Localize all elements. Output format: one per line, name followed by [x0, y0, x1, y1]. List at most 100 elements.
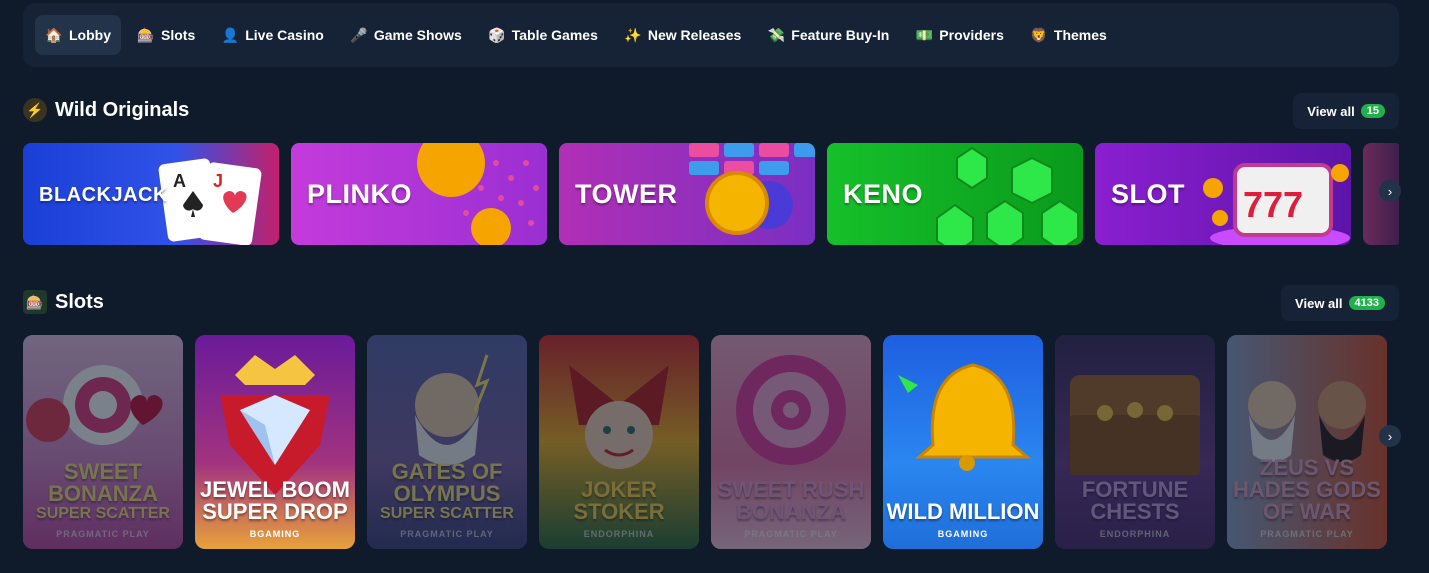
- nav-table-games[interactable]: 🎲 Table Games: [478, 15, 608, 55]
- slot-card-sweet-rush-bonanza[interactable]: SWEET RUSH BONANZA PRAGMATIC PLAY: [711, 335, 871, 549]
- nav-themes[interactable]: 🦁 Themes: [1020, 15, 1117, 55]
- cash-icon: 💸: [767, 26, 785, 43]
- chest-art: [1070, 375, 1200, 475]
- nav-lobby[interactable]: 🏠 Lobby: [35, 15, 121, 55]
- section-title: Slots: [55, 290, 104, 313]
- nav-slots[interactable]: 🎰 Slots: [127, 15, 205, 55]
- nav-feature-buy-in[interactable]: 💸 Feature Buy-In: [757, 15, 899, 55]
- slot-card-jewel-boom[interactable]: JEWEL BOOM SUPER DROP BGAMING: [195, 335, 355, 549]
- game-label: KENO: [843, 179, 924, 209]
- card-art: [23, 335, 183, 549]
- slot-title: GATES OF OLYMPUS SUPER SCATTER: [367, 461, 527, 523]
- game-label: BLACKJACK: [39, 184, 168, 206]
- nav-label: Game Shows: [373, 27, 462, 43]
- svg-text:777: 777: [1243, 184, 1303, 225]
- slot-provider: BGAMING: [937, 529, 989, 539]
- nav-providers[interactable]: 💵 Providers: [905, 15, 1014, 55]
- section-title: Wild Originals: [55, 98, 190, 121]
- gods-art: [1248, 381, 1366, 462]
- nav-label: Feature Buy-In: [791, 27, 890, 43]
- slot-machine-icon: 🎰: [137, 26, 155, 43]
- game-label: TOWER: [575, 179, 678, 209]
- slot-machine-icon: 🎰: [23, 290, 47, 314]
- slot-title: FORTUNE CHESTS: [1055, 479, 1215, 523]
- slot-title-text: JOKER STOKER: [573, 477, 665, 524]
- game-card-blackjack[interactable]: A J BLACKJACK: [23, 143, 279, 245]
- joker-art: [569, 365, 669, 469]
- originals-next-button[interactable]: ›: [1379, 180, 1401, 202]
- money-icon: 💵: [915, 26, 934, 43]
- slot-provider: ENDORPHINA: [583, 529, 655, 539]
- originals-view-all-button[interactable]: View all 15: [1293, 93, 1399, 129]
- slot-title-text: ZEUS VS HADES GODS OF WAR: [1233, 455, 1381, 524]
- chevron-right-icon: ›: [1387, 428, 1393, 444]
- card-art: [711, 335, 871, 549]
- chevron-right-icon: ›: [1387, 183, 1393, 199]
- nav-live-casino[interactable]: 👤 Live Casino: [211, 15, 334, 55]
- slot-subtitle: SUPER SCATTER: [380, 505, 514, 522]
- slot-title: JOKER STOKER: [539, 479, 699, 523]
- originals-carousel: A J BLACKJACK PLINKO TOWER KENO 777 SLOT: [23, 143, 1399, 245]
- game-card-keno[interactable]: KENO: [827, 143, 1083, 245]
- slots-header: 🎰 Slots: [23, 290, 104, 314]
- count-badge: 15: [1360, 104, 1385, 118]
- card-art: [539, 335, 699, 549]
- candy-art: [26, 365, 163, 445]
- slot-card-gates-of-olympus[interactable]: GATES OF OLYMPUS SUPER SCATTER PRAGMATIC …: [367, 335, 527, 549]
- nav-label: Themes: [1053, 27, 1107, 43]
- slot-title-text: GATES OF OLYMPUS: [391, 459, 503, 506]
- slot-title: SWEET RUSH BONANZA: [711, 479, 871, 523]
- slot-title: JEWEL BOOM SUPER DROP: [195, 479, 355, 523]
- slots-next-button[interactable]: ›: [1379, 425, 1401, 447]
- nav-label: Live Casino: [245, 27, 324, 43]
- nav-label: Table Games: [511, 27, 598, 43]
- slot-provider: PRAGMATIC PLAY: [56, 529, 150, 539]
- sparkle-icon: ✨: [624, 26, 642, 43]
- lollipop-art: [736, 355, 846, 465]
- originals-header: ⚡ Wild Originals: [23, 98, 189, 122]
- card-art: [1227, 335, 1387, 549]
- nav-game-shows[interactable]: 🎤 Game Shows: [340, 15, 472, 55]
- slot-provider: ENDORPHINA: [1099, 529, 1171, 539]
- slot-provider: PRAGMATIC PLAY: [400, 529, 494, 539]
- nav-new-releases[interactable]: ✨ New Releases: [614, 15, 751, 55]
- microphone-icon: 🎤: [350, 26, 368, 43]
- game-label: SLOT: [1111, 179, 1185, 209]
- lightning-icon: ⚡: [23, 98, 47, 122]
- card-art: [1055, 335, 1215, 549]
- slot-card-fortune-chests[interactable]: FORTUNE CHESTS ENDORPHINA: [1055, 335, 1215, 549]
- card-art: [367, 335, 527, 549]
- game-label: PLINKO: [307, 179, 413, 209]
- game-card-plinko[interactable]: PLINKO: [291, 143, 547, 245]
- game-card-slot[interactable]: 777 SLOT: [1095, 143, 1351, 245]
- svg-text:A: A: [173, 171, 186, 191]
- count-badge: 4133: [1348, 296, 1385, 310]
- view-all-label: View all: [1295, 295, 1343, 311]
- slot-card-sweet-bonanza[interactable]: SWEET BONANZA SUPER SCATTER PRAGMATIC PLA…: [23, 335, 183, 549]
- slot-provider: PRAGMATIC PLAY: [744, 529, 838, 539]
- svg-text:J: J: [213, 171, 223, 191]
- game-card-tower[interactable]: TOWER: [559, 143, 815, 245]
- slot-card-joker-stoker[interactable]: JOKER STOKER ENDORPHINA: [539, 335, 699, 549]
- dealer-icon: 👤: [221, 26, 239, 43]
- house-icon: 🏠: [45, 26, 63, 43]
- slot-title-text: JEWEL BOOM SUPER DROP: [200, 477, 350, 524]
- slot-provider: BGAMING: [249, 529, 301, 539]
- category-nav: 🏠 Lobby 🎰 Slots 👤 Live Casino 🎤 Game Sho…: [23, 3, 1399, 67]
- slot-title: SWEET BONANZA SUPER SCATTER: [23, 461, 183, 523]
- slot-title-text: SWEET RUSH BONANZA: [717, 477, 865, 524]
- slot-provider: PRAGMATIC PLAY: [1260, 529, 1354, 539]
- slot-card-zeus-vs-hades[interactable]: ZEUS VS HADES GODS OF WAR PRAGMATIC PLAY: [1227, 335, 1387, 549]
- slots-view-all-button[interactable]: View all 4133: [1281, 285, 1399, 321]
- slot-title: WILD MILLION: [883, 501, 1043, 523]
- slot-card-wild-million[interactable]: WILD MILLION BGAMING: [883, 335, 1043, 549]
- slot-title-text: FORTUNE CHESTS: [1081, 477, 1189, 524]
- slots-carousel: SWEET BONANZA SUPER SCATTER PRAGMATIC PLA…: [23, 335, 1399, 549]
- slot-subtitle: SUPER SCATTER: [36, 505, 170, 522]
- slot-title: ZEUS VS HADES GODS OF WAR: [1227, 457, 1387, 523]
- view-all-label: View all: [1307, 103, 1355, 119]
- dice-icon: 🎲: [488, 26, 506, 43]
- slot-title-text: WILD MILLION: [886, 499, 1040, 524]
- nav-label: Lobby: [69, 27, 111, 43]
- zeus-art: [415, 354, 490, 465]
